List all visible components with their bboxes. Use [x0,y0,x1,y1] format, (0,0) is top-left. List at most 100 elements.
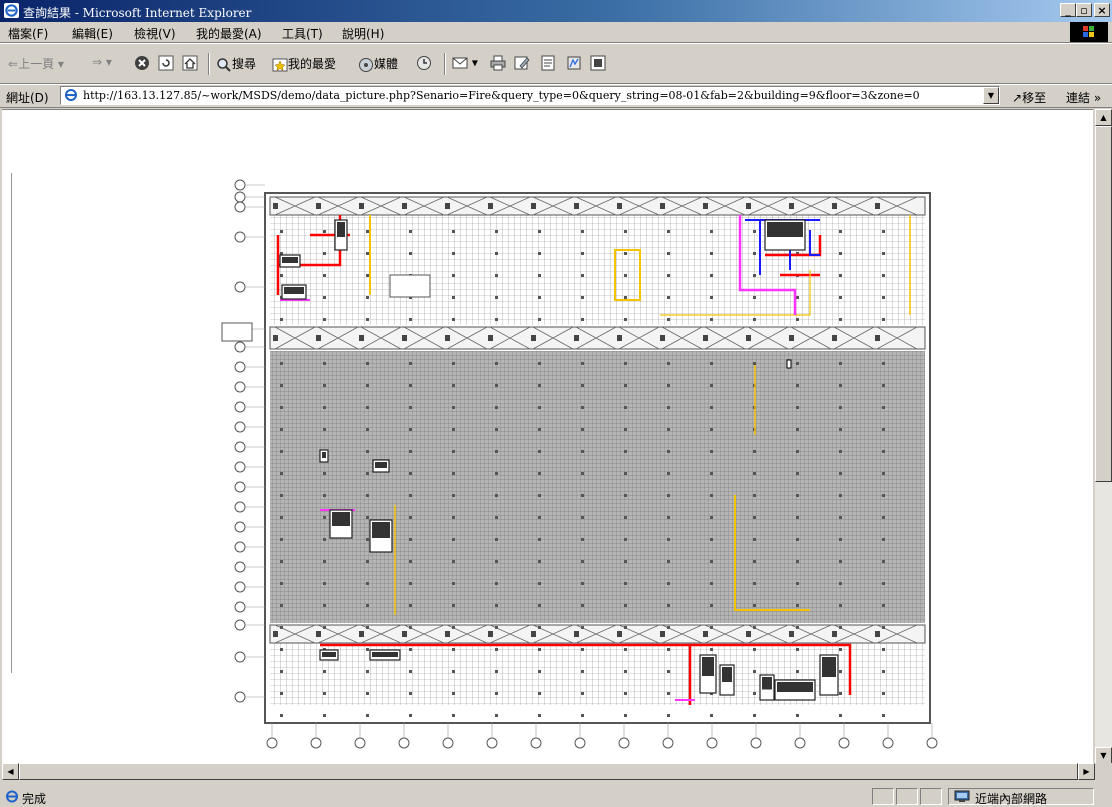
go-arrow-icon: ↗ [1012,91,1023,105]
menu-tools[interactable]: 工具(T) [282,25,323,42]
menu-help[interactable]: 說明(H) [342,25,384,42]
column-dot [280,384,283,387]
address-bar: 網址(D) http://163.13.127.85/~work/MSDS/de… [0,85,1112,108]
column-dot [323,252,326,255]
column-marker [832,335,837,341]
status-panel [872,788,894,805]
column-dot [667,362,670,365]
column-marker [746,631,751,637]
column-dot [581,604,584,607]
grid-axis-bubble [442,737,454,749]
column-dot [839,450,842,453]
links-button[interactable]: 連結 » [1066,89,1101,106]
column-dot [366,472,369,475]
menu-favorites[interactable]: 我的最愛(A) [196,25,262,42]
mail-button[interactable]: ▾ [452,55,478,75]
column-dot [667,516,670,519]
menu-view[interactable]: 檢視(V) [134,25,176,42]
column-marker [273,335,278,341]
stair-block [221,322,253,342]
minimize-button[interactable]: _ [1060,3,1076,17]
column-marker [746,335,751,341]
column-dot [882,296,885,299]
page-done-icon [6,790,18,803]
menu-edit[interactable]: 編輯(E) [72,25,113,42]
column-dot [323,494,326,497]
column-dot [581,472,584,475]
home-button[interactable] [182,55,198,75]
grid-axis-bubble [234,601,246,613]
media-button[interactable]: 媒體 [358,55,398,75]
print-button[interactable] [490,55,506,75]
column-dot [538,714,541,717]
column-dot [753,538,756,541]
column-dot [409,648,412,651]
equipment-detail [337,222,345,237]
column-dot [280,670,283,673]
column-dot [667,648,670,651]
column-dot [538,604,541,607]
column-dot [452,626,455,629]
column-dot [624,472,627,475]
vertical-scrollbar[interactable]: ▲ ▼ [1095,109,1112,764]
column-dot [366,582,369,585]
back-button[interactable]: ⇐上一頁 ▾ [8,55,64,75]
messenger-button[interactable] [590,55,606,75]
forward-arrow-icon: ⇒ [92,55,103,69]
column-dot [796,450,799,453]
column-dot [753,692,756,695]
address-dropdown-button[interactable]: ▼ [983,87,999,104]
close-button[interactable]: × [1094,3,1110,17]
column-dot [409,516,412,519]
column-dot [538,494,541,497]
column-dot [710,516,713,519]
column-dot [452,516,455,519]
horizontal-scroll-thumb[interactable] [19,763,1078,780]
address-input[interactable]: http://163.13.127.85/~work/MSDS/demo/dat… [60,86,1000,105]
stop-button[interactable] [134,55,150,75]
grid-axis-bubble [234,201,246,213]
menu-file[interactable]: 檔案(F) [8,25,48,42]
column-dot [581,626,584,629]
scroll-left-button[interactable]: ◀ [2,763,19,780]
history-button[interactable] [416,55,432,75]
column-dot [667,582,670,585]
column-dot [323,274,326,277]
column-marker [273,631,278,637]
scroll-up-button[interactable]: ▲ [1095,109,1112,126]
column-dot [538,560,541,563]
column-dot [280,516,283,519]
column-marker [531,335,536,341]
discuss-button[interactable] [540,55,556,75]
edit-button[interactable] [514,55,530,75]
column-marker [703,335,708,341]
go-button[interactable]: ↗移至 [1012,89,1046,106]
horizontal-scrollbar[interactable]: ◀ ▶ [2,763,1095,780]
column-dot [452,670,455,673]
column-dot [495,604,498,607]
column-dot [495,626,498,629]
search-button[interactable]: 搜尋 [216,55,256,75]
forward-button[interactable]: ⇒ ▾ [92,55,112,75]
column-dot [538,252,541,255]
vertical-scroll-thumb[interactable] [1095,126,1112,482]
column-dot [882,230,885,233]
column-dot [667,384,670,387]
refresh-button[interactable] [158,55,174,75]
equipment-detail [722,667,732,682]
column-dot [624,692,627,695]
column-dot [710,274,713,277]
maximize-button[interactable]: ▫ [1076,3,1092,17]
search-icon [217,57,231,72]
column-dot [280,692,283,695]
scroll-right-button[interactable]: ▶ [1078,763,1095,780]
column-dot [409,252,412,255]
column-dot [452,494,455,497]
research-button[interactable] [566,55,582,75]
column-dot [839,560,842,563]
scroll-down-button[interactable]: ▼ [1095,747,1112,764]
column-dot [667,230,670,233]
column-dot [753,318,756,321]
column-dot [538,362,541,365]
favorites-button[interactable]: 我的最愛 [272,55,336,75]
